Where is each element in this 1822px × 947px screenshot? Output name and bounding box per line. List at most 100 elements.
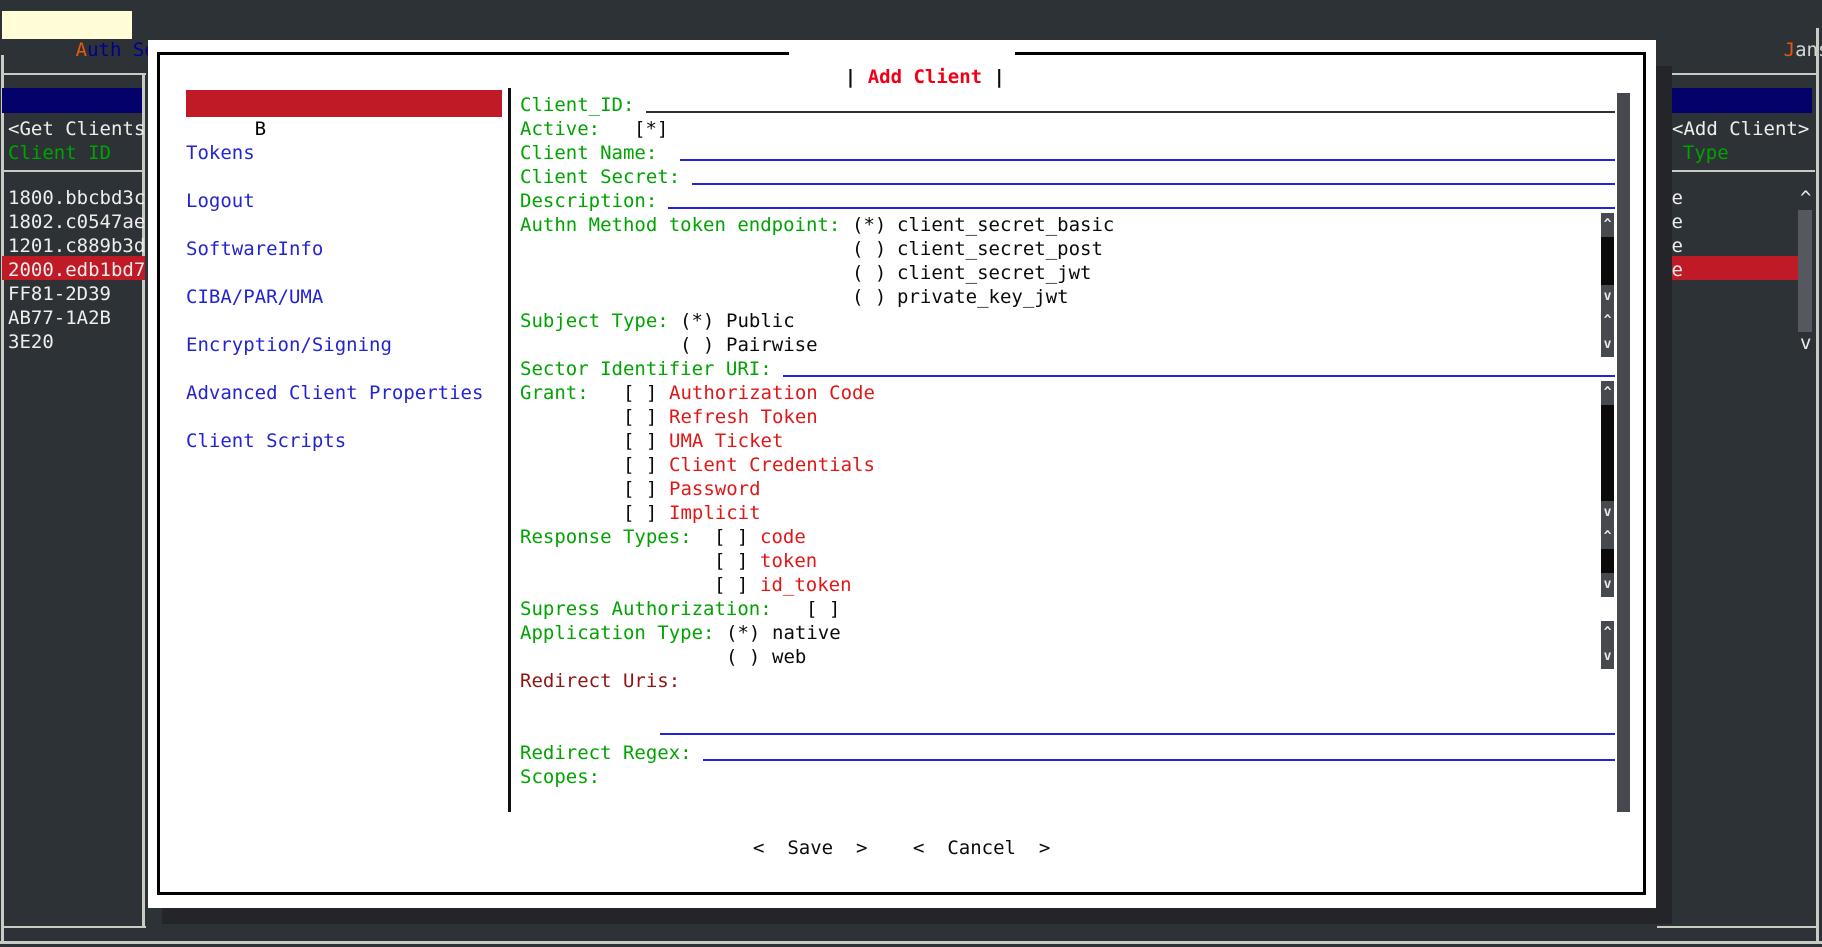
client-row[interactable]: FF81-2D39 <box>8 282 111 306</box>
active-label: Active: <box>520 117 600 141</box>
grant-checkbox[interactable]: [ ] <box>623 381 657 405</box>
client-name-input[interactable] <box>680 159 1615 161</box>
scroll-thumb[interactable] <box>1601 237 1614 285</box>
scopes-label: Scopes: <box>520 765 600 789</box>
scroll-down-icon[interactable]: v <box>1601 645 1614 669</box>
scroll-up-icon[interactable]: ^ <box>1601 621 1614 645</box>
grant-checkbox[interactable]: [ ] <box>623 429 657 453</box>
panel-border-top <box>1657 73 1817 75</box>
grant-option-uma-ticket[interactable]: UMA Ticket <box>669 429 783 453</box>
client-row[interactable]: 1800.bbcbd3c <box>8 186 144 210</box>
grant-label: Grant: <box>520 381 589 405</box>
panel-scrollbar[interactable] <box>1798 210 1812 332</box>
client-row[interactable]: 1802.c0547ae <box>8 210 144 234</box>
authn-option-private-key-jwt[interactable]: private_key_jwt <box>897 285 1069 309</box>
form-scrollbar[interactable] <box>1617 93 1630 812</box>
header-separator <box>2 170 142 172</box>
scroll-down-icon[interactable]: v <box>1601 573 1614 597</box>
response-checkbox[interactable]: [ ] <box>714 549 748 573</box>
sector-identifier-uri-input[interactable] <box>783 375 1615 377</box>
scroll-up-icon[interactable]: ^ <box>1601 213 1614 237</box>
apptype-option-native[interactable]: native <box>772 621 841 645</box>
authn-option-client-secret-jwt[interactable]: client_secret_jwt <box>897 261 1091 285</box>
dialog-title-text: Add Client <box>868 66 982 88</box>
panel-scroll-up-icon[interactable]: ^ <box>1800 186 1811 210</box>
apptype-option-web[interactable]: web <box>772 645 806 669</box>
nav-item-ciba-par-uma[interactable]: CIBA/PAR/UMA <box>186 285 323 309</box>
scroll-down-icon[interactable]: v <box>1601 285 1614 309</box>
supress-authorization-checkbox[interactable]: [ ] <box>806 597 840 621</box>
subject-type-label: Subject Type: <box>520 309 669 333</box>
panel-border-bottom <box>1657 926 1817 928</box>
cancel-button[interactable]: < Cancel > <box>913 836 1050 860</box>
description-label: Description: <box>520 189 657 213</box>
client-row[interactable]: 3E20 <box>8 330 54 354</box>
panel-title-bar <box>1662 88 1812 113</box>
nav-cursor-cell: B <box>255 118 266 140</box>
client-row-selected[interactable]: 2000.edb1bd7 <box>8 258 144 282</box>
apptype-radio-state[interactable]: ( ) <box>726 645 760 669</box>
subject-option-pairwise[interactable]: Pairwise <box>726 333 818 357</box>
description-input[interactable] <box>668 207 1615 209</box>
clients-column-header: Client ID <box>8 141 111 165</box>
panel-scroll-down-icon[interactable]: v <box>1800 331 1811 355</box>
nav-item-label: asic <box>266 118 312 140</box>
response-checkbox[interactable]: [ ] <box>714 573 748 597</box>
active-checkbox[interactable]: [*] <box>634 117 668 141</box>
client-row[interactable]: 1201.c889b3d <box>8 234 144 258</box>
save-button[interactable]: < Save > <box>753 836 867 860</box>
authn-radio-state[interactable]: ( ) <box>852 285 886 309</box>
scroll-thumb[interactable] <box>1601 549 1614 573</box>
nav-item-logout[interactable]: Logout <box>186 189 255 213</box>
grant-checkbox[interactable]: [ ] <box>623 501 657 525</box>
scroll-down-icon[interactable]: v <box>1601 501 1614 525</box>
response-option-id-token[interactable]: id_token <box>760 573 852 597</box>
grant-checkbox[interactable]: [ ] <box>623 405 657 429</box>
client-secret-input[interactable] <box>692 183 1615 185</box>
client-id-input[interactable] <box>646 111 1615 113</box>
redirect-uris-label: Redirect Uris: <box>520 669 680 693</box>
nav-item-advanced-client-properties[interactable]: Advanced Client Properties <box>186 381 483 405</box>
scroll-up-icon[interactable]: ^ <box>1601 309 1614 333</box>
redirect-uris-input[interactable] <box>660 733 1615 735</box>
authn-method-label: Authn Method token endpoint: <box>520 213 840 237</box>
dialog-border <box>157 52 1646 895</box>
supress-authorization-label: Supress Authorization: <box>520 597 772 621</box>
authn-option-client-secret-post[interactable]: client_secret_post <box>897 237 1103 261</box>
subject-option-public[interactable]: Public <box>726 309 795 333</box>
response-types-label: Response Types: <box>520 525 692 549</box>
scroll-up-icon[interactable]: ^ <box>1601 381 1614 405</box>
app-title: Jans Cli <box>1715 14 1822 86</box>
nav-item-encryption-signing[interactable]: Encryption/Signing <box>186 333 392 357</box>
authn-option-client-secret-basic[interactable]: client_secret_basic <box>897 213 1114 237</box>
redirect-regex-input[interactable] <box>703 759 1615 761</box>
get-clients-button[interactable]: <Get Clients <box>8 117 144 141</box>
dialog-title-pipe: | <box>994 66 1005 88</box>
subject-radio-state[interactable]: ( ) <box>680 333 714 357</box>
grant-checkbox[interactable]: [ ] <box>623 453 657 477</box>
grant-option-password[interactable]: Password <box>669 477 761 501</box>
sector-identifier-uri-label: Sector Identifier URI: <box>520 357 772 381</box>
response-checkbox[interactable]: [ ] <box>714 525 748 549</box>
authn-radio-state[interactable]: ( ) <box>852 261 886 285</box>
nav-item-softwareinfo[interactable]: SoftwareInfo <box>186 237 323 261</box>
grant-option-refresh-token[interactable]: Refresh Token <box>669 405 818 429</box>
apptype-radio-state[interactable]: (*) <box>726 621 760 645</box>
grant-option-client-credentials[interactable]: Client Credentials <box>669 453 875 477</box>
scroll-down-icon[interactable]: v <box>1601 333 1614 357</box>
grant-option-authorization-code[interactable]: Authorization Code <box>669 381 875 405</box>
subject-radio-state[interactable]: (*) <box>680 309 714 333</box>
nav-item-client-scripts[interactable]: Client Scripts <box>186 429 346 453</box>
client-row[interactable]: AB77-1A2B <box>8 306 111 330</box>
authn-radio-state[interactable]: ( ) <box>852 237 886 261</box>
scroll-up-icon[interactable]: ^ <box>1601 525 1614 549</box>
nav-item-tokens[interactable]: Tokens <box>186 141 255 165</box>
app-title-hotkey: J <box>1784 39 1795 61</box>
authn-radio-state[interactable]: (*) <box>852 213 886 237</box>
response-option-code[interactable]: code <box>760 525 806 549</box>
add-client-button[interactable]: <Add Client> <box>1672 117 1809 141</box>
grant-option-implicit[interactable]: Implicit <box>669 501 761 525</box>
grant-checkbox[interactable]: [ ] <box>623 477 657 501</box>
response-option-token[interactable]: token <box>760 549 817 573</box>
scroll-thumb[interactable] <box>1601 405 1614 501</box>
